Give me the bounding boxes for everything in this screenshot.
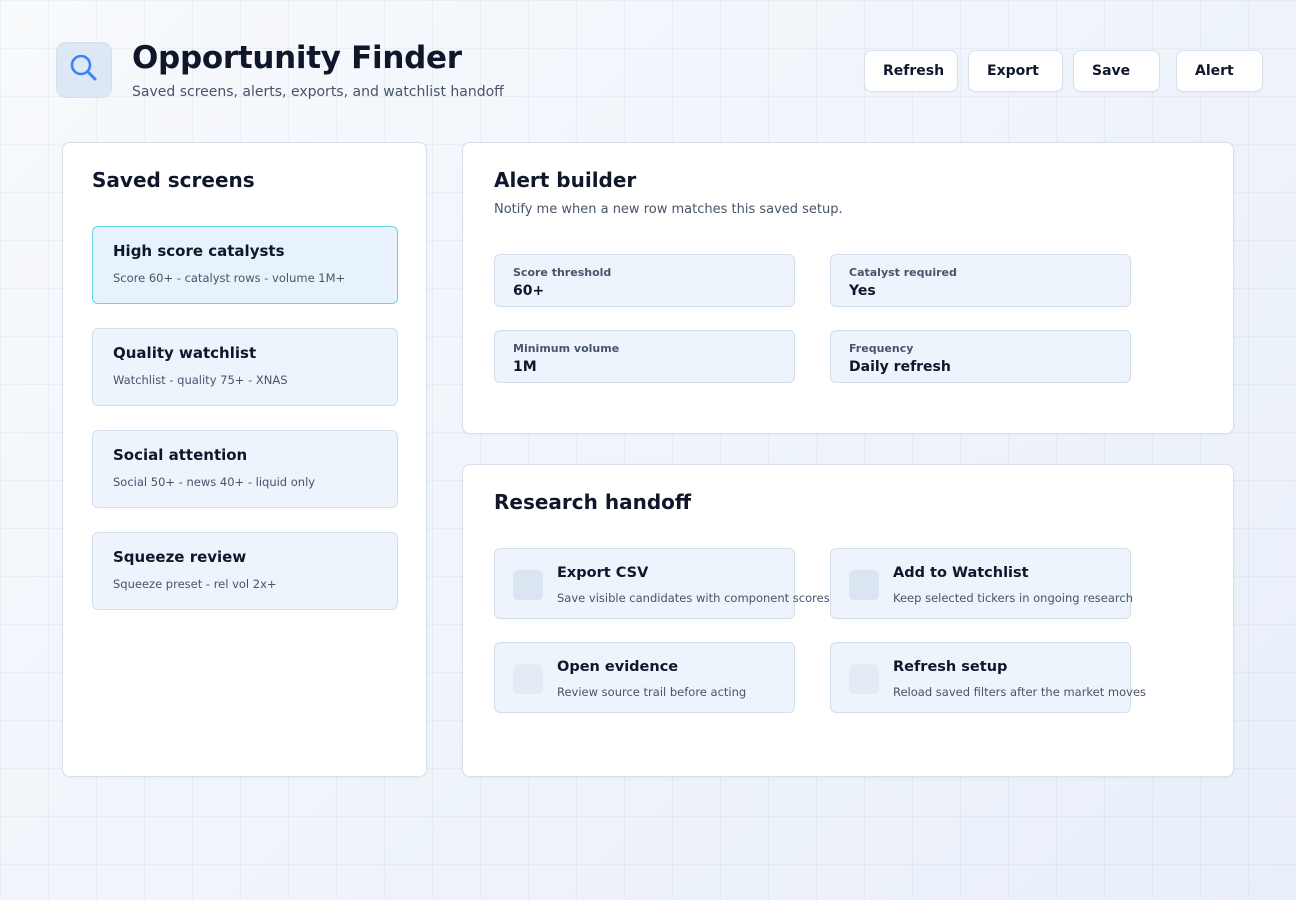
saved-screen-description: Watchlist - quality 75+ - XNAS [113,373,288,387]
action-title: Export CSV [557,565,649,581]
field-value: Yes [849,283,876,299]
saved-screen-description: Score 60+ - catalyst rows - volume 1M+ [113,271,346,285]
saved-screen-squeeze-review[interactable]: Squeeze review Squeeze preset - rel vol … [92,532,398,610]
page-subtitle: Saved screens, alerts, exports, and watc… [132,84,504,100]
saved-screen-name: Quality watchlist [113,344,257,362]
export-csv-action[interactable]: Export CSV Save visible candidates with … [494,548,830,619]
alert-builder-subtitle: Notify me when a new row matches this sa… [494,202,843,217]
alert-builder-panel: Alert builder Notify me when a new row m… [462,142,1234,434]
frequency-field[interactable]: Frequency Daily refresh [830,330,1131,383]
saved-screen-name: High score catalysts [113,242,285,260]
field-value: 60+ [513,283,545,299]
field-label: Score threshold [513,266,612,279]
add-to-watchlist-action[interactable]: Add to Watchlist Keep selected tickers i… [830,548,1133,619]
action-description: Keep selected tickers in ongoing researc… [893,591,1133,605]
saved-screen-high-score-catalysts[interactable]: High score catalysts Score 60+ - catalys… [92,226,398,304]
saved-screen-quality-watchlist[interactable]: Quality watchlist Watchlist - quality 75… [92,328,398,406]
action-description: Review source trail before acting [557,685,747,699]
saved-screens-title: Saved screens [92,168,255,192]
field-label: Catalyst required [849,266,957,279]
export-button[interactable]: Export [968,50,1063,92]
field-label: Frequency [849,342,914,355]
open-evidence-action[interactable]: Open evidence Review source trail before… [494,642,795,713]
field-value: 1M [513,359,537,375]
save-button[interactable]: Save [1073,50,1160,92]
alert-button[interactable]: Alert [1176,50,1263,92]
action-title: Open evidence [557,659,679,675]
minimum-volume-field[interactable]: Minimum volume 1M [494,330,795,383]
refresh-button[interactable]: Refresh [864,50,958,92]
toolbar: Refresh Export Save Alert [864,50,1263,92]
page-title: Opportunity Finder [132,40,462,76]
score-threshold-field[interactable]: Score threshold 60+ [494,254,795,307]
action-title: Refresh setup [893,659,1008,675]
saved-screen-description: Squeeze preset - rel vol 2x+ [113,577,277,591]
action-description: Save visible candidates with component s… [557,591,830,605]
saved-screen-social-attention[interactable]: Social attention Social 50+ - news 40+ -… [92,430,398,508]
action-title: Add to Watchlist [893,565,1029,581]
export-csv-icon [513,570,543,600]
saved-screen-name: Social attention [113,446,248,464]
field-value: Daily refresh [849,359,951,375]
search-icon [67,51,101,89]
saved-screens-panel: Saved screens High score catalysts Score… [62,142,427,777]
open-evidence-icon [513,664,543,694]
refresh-setup-action[interactable]: Refresh setup Reload saved filters after… [830,642,1146,713]
action-description: Reload saved filters after the market mo… [893,685,1147,699]
add-to-watchlist-icon [849,570,879,600]
refresh-setup-icon [849,664,879,694]
research-handoff-title: Research handoff [494,490,692,514]
saved-screen-description: Social 50+ - news 40+ - liquid only [113,475,316,489]
app-logo [56,42,112,98]
saved-screen-name: Squeeze review [113,548,247,566]
catalyst-required-field[interactable]: Catalyst required Yes [830,254,1131,307]
alert-builder-title: Alert builder [494,168,637,192]
field-label: Minimum volume [513,342,620,355]
research-handoff-panel: Research handoff Export CSV Save visible… [462,464,1234,777]
